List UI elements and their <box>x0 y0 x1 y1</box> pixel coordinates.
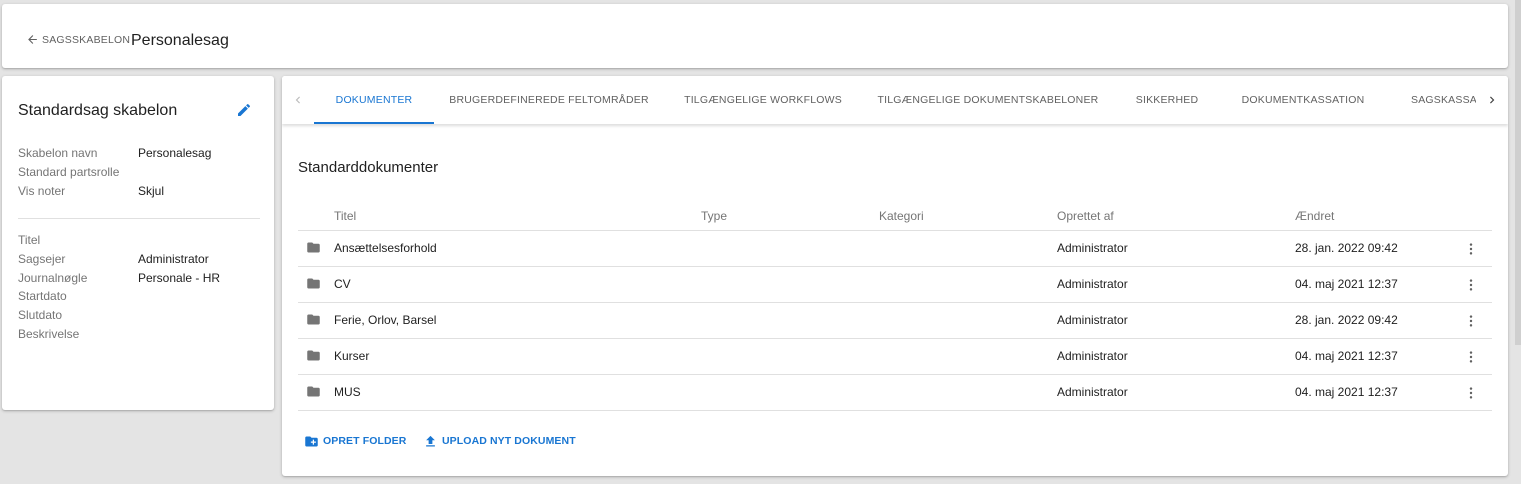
column-header-title[interactable]: Titel <box>334 209 356 223</box>
tab-dokumenter[interactable]: DOKUMENTER <box>314 76 434 124</box>
divider <box>18 218 260 219</box>
more-vert-icon <box>1469 243 1473 255</box>
documents-card: DOKUMENTER BRUGERDEFINEREDE FELTOMRÅDER … <box>282 76 1508 476</box>
row-title[interactable]: Ferie, Orlov, Barsel <box>334 313 436 327</box>
row-created-by: Administrator <box>1057 385 1128 399</box>
field-value: Skjul <box>138 183 165 198</box>
field-row: Standard partsrolle <box>18 163 211 182</box>
template-info-card: Standardsag skabelon Skabelon navn Perso… <box>2 76 274 410</box>
arrow-left-icon <box>28 35 37 44</box>
field-label: Skabelon navn <box>18 146 98 160</box>
field-row: Startdato <box>18 287 220 306</box>
field-label: Startdato <box>18 289 67 304</box>
column-header-type[interactable]: Type <box>701 209 727 223</box>
row-changed: 04. maj 2021 12:37 <box>1295 277 1398 291</box>
create-folder-label: OPRET FOLDER <box>323 435 407 447</box>
folder-icon <box>306 276 322 292</box>
row-more-menu-button[interactable] <box>1463 348 1479 366</box>
field-value: Administrator <box>138 251 209 266</box>
section-title: Standarddokumenter <box>298 159 439 176</box>
info-fields-bottom: Titel Sagsejer Administrator Journalnøgl… <box>18 231 220 344</box>
field-row: Beskrivelse <box>18 325 220 344</box>
table-row[interactable]: MUS Administrator 04. maj 2021 12:37 <box>298 375 1492 411</box>
page-header: SAGSSKABELON Personalesag <box>2 4 1508 68</box>
field-label: Beskrivelse <box>18 326 80 341</box>
create-folder-button[interactable]: OPRET FOLDER <box>304 432 406 450</box>
row-title[interactable]: CV <box>334 277 351 291</box>
table-header: Titel Type Kategori Oprettet af Ændret <box>298 204 1492 231</box>
row-title[interactable]: Ansættelsesforhold <box>334 241 437 255</box>
row-changed: 28. jan. 2022 09:42 <box>1295 313 1398 327</box>
field-row: Skabelon navn Personalesag <box>18 144 211 163</box>
field-label: Journalnøgle <box>18 270 88 285</box>
column-header-category[interactable]: Kategori <box>879 209 924 223</box>
create-new-folder-icon <box>305 436 318 446</box>
field-row: Vis noter Skjul <box>18 182 211 201</box>
folder-icon <box>306 384 322 400</box>
tab-sikkerhed[interactable]: SIKKERHED <box>1114 76 1220 124</box>
row-changed: 04. maj 2021 12:37 <box>1295 385 1398 399</box>
row-more-menu-button[interactable] <box>1463 384 1479 402</box>
back-link[interactable]: SAGSSKABELON <box>26 33 130 46</box>
folder-icon <box>306 240 322 256</box>
tab-scroll-right-button[interactable] <box>1476 76 1508 124</box>
table-row[interactable]: Ferie, Orlov, Barsel Administrator 28. j… <box>298 303 1492 339</box>
folder-icon <box>306 348 322 364</box>
row-title[interactable]: Kurser <box>334 349 369 363</box>
field-label: Titel <box>18 233 41 247</box>
field-label: Slutdato <box>18 308 63 323</box>
chevron-right-icon <box>1490 96 1495 104</box>
table-row[interactable]: CV Administrator 04. maj 2021 12:37 <box>298 267 1492 303</box>
tab-brugerdefinerede-feltomraader[interactable]: BRUGERDEFINEREDE FELTOMRÅDER <box>434 76 664 124</box>
row-created-by: Administrator <box>1057 349 1128 363</box>
page-title: Personalesag <box>131 32 229 49</box>
page-scrollbar[interactable] <box>1515 0 1521 345</box>
column-header-changed[interactable]: Ændret <box>1295 209 1334 223</box>
field-row: Journalnøgle Personale - HR <box>18 269 220 288</box>
row-more-menu-button[interactable] <box>1463 276 1479 294</box>
field-row: Sagsejer Administrator <box>18 250 220 269</box>
edit-button[interactable] <box>236 102 256 122</box>
back-link-label: SAGSSKABELON <box>42 33 131 46</box>
more-vert-icon <box>1469 387 1473 399</box>
field-value: Personale - HR <box>138 270 221 285</box>
row-more-menu-button[interactable] <box>1463 312 1479 330</box>
row-created-by: Administrator <box>1057 313 1128 327</box>
tab-tilgaengelige-workflows[interactable]: TILGÆNGELIGE WORKFLOWS <box>664 76 862 124</box>
field-label: Sagsejer <box>18 251 66 266</box>
info-card-title: Standardsag skabelon <box>18 102 178 119</box>
more-vert-icon <box>1469 315 1473 327</box>
chevron-left-icon <box>295 96 300 104</box>
tab-tilgaengelige-dokumentskabeloner[interactable]: TILGÆNGELIGE DOKUMENTSKABELONER <box>862 76 1114 124</box>
tab-scroll-left-button[interactable] <box>282 76 314 124</box>
row-created-by: Administrator <box>1057 241 1128 255</box>
upload-document-button[interactable]: UPLOAD NYT DOKUMENT <box>423 432 576 450</box>
field-value: Personalesag <box>138 146 212 160</box>
more-vert-icon <box>1469 351 1473 363</box>
tab-dokumentkassation[interactable]: DOKUMENTKASSATION <box>1220 76 1386 124</box>
row-changed: 04. maj 2021 12:37 <box>1295 349 1398 363</box>
row-created-by: Administrator <box>1057 277 1128 291</box>
documents-table: Titel Type Kategori Oprettet af Ændret A… <box>298 204 1492 411</box>
field-label: Vis noter <box>18 183 66 198</box>
table-row[interactable]: Ansættelsesforhold Administrator 28. jan… <box>298 231 1492 267</box>
column-header-created-by[interactable]: Oprettet af <box>1057 209 1114 223</box>
pencil-icon <box>238 103 251 116</box>
row-more-menu-button[interactable] <box>1463 240 1479 258</box>
row-changed: 28. jan. 2022 09:42 <box>1295 241 1398 255</box>
tab-bar: DOKUMENTER BRUGERDEFINEREDE FELTOMRÅDER … <box>282 76 1508 124</box>
row-title[interactable]: MUS <box>334 385 361 399</box>
folder-icon <box>306 312 322 328</box>
upload-document-label: UPLOAD NYT DOKUMENT <box>442 435 576 447</box>
field-row: Slutdato <box>18 306 220 325</box>
table-row[interactable]: Kurser Administrator 04. maj 2021 12:37 <box>298 339 1492 375</box>
field-label: Standard partsrolle <box>18 164 120 179</box>
field-row: Titel <box>18 231 220 250</box>
upload-icon <box>426 435 435 446</box>
more-vert-icon <box>1469 279 1473 291</box>
info-fields-top: Skabelon navn Personalesag Standard part… <box>18 144 211 200</box>
